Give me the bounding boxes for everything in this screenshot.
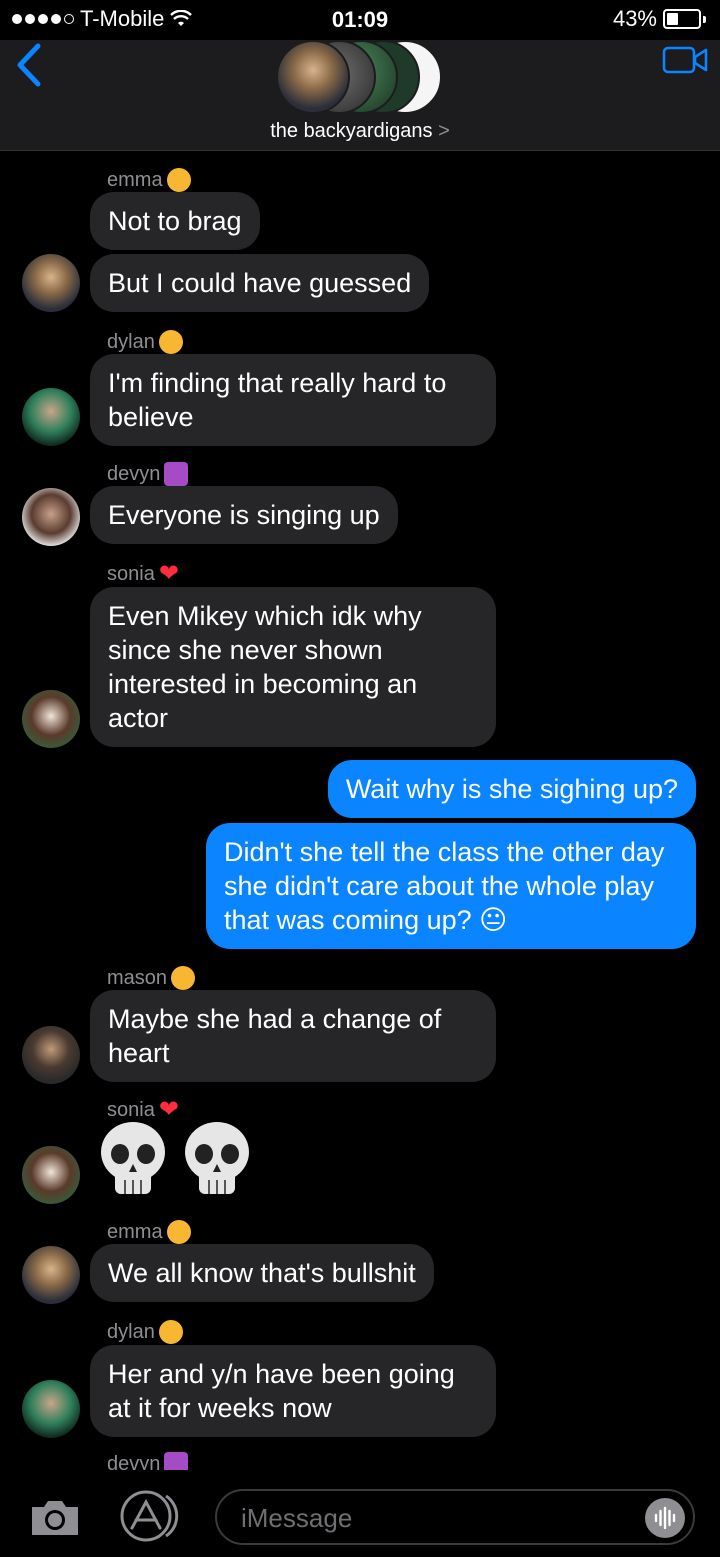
sender-name: devyn	[107, 462, 189, 486]
avatar[interactable]	[22, 1246, 80, 1304]
message-bubble-incoming[interactable]: Everyone is singing up	[90, 486, 398, 544]
avatar[interactable]	[22, 254, 80, 312]
yawning-face-emoji-icon	[158, 1320, 183, 1344]
sender-name: devyn	[107, 1452, 189, 1470]
message-bubble-incoming[interactable]: Her and y/n have been going at it for we…	[90, 1345, 496, 1437]
eye-roll-emoji-icon	[171, 966, 196, 990]
status-bar: T-Mobile 01:09 43%	[0, 0, 720, 40]
battery-indicator: 43%	[613, 6, 706, 32]
message-thread[interactable]: emma Not to brag But I could have guesse…	[0, 150, 720, 1470]
battery-percent: 43%	[612, 6, 657, 31]
battery-icon	[663, 9, 701, 29]
message-bubble-incoming[interactable]: We all know that's bullshit	[90, 1244, 434, 1302]
skull-emoji-icon	[101, 1122, 165, 1194]
message-bubble-incoming[interactable]: But I could have guessed	[90, 254, 430, 312]
message-bubble-outgoing[interactable]: Wait why is she sighing up?	[327, 760, 696, 818]
message-bubble-incoming[interactable]: Even Mikey which idk why since she never…	[90, 587, 496, 747]
message-bubble-incoming[interactable]: Not to brag	[90, 192, 260, 250]
member-avatar	[276, 40, 350, 114]
message-bubble-incoming[interactable]: Maybe she had a change of heart	[90, 990, 496, 1082]
compose-bar	[0, 1475, 720, 1557]
sender-name: mason	[107, 966, 196, 990]
red-heart-emoji-icon: ❤	[158, 1096, 179, 1123]
heart-eyes-emoji-icon	[166, 1220, 191, 1244]
avatar[interactable]	[22, 1380, 80, 1438]
imessage-input[interactable]	[239, 1499, 623, 1537]
chevron-right-icon: >	[438, 120, 450, 142]
skull-emoji-icon	[185, 1122, 249, 1194]
back-chevron-icon[interactable]	[10, 40, 50, 90]
yawning-face-emoji-icon	[158, 330, 183, 354]
sender-name: sonia ❤	[107, 1096, 179, 1123]
avatar[interactable]	[22, 388, 80, 446]
sender-name: emma	[107, 168, 191, 192]
heart-eyes-emoji-icon	[166, 168, 191, 192]
message-bubble-incoming[interactable]: I'm finding that really hard to believe	[90, 354, 496, 446]
group-name[interactable]: the backyardigans >	[0, 120, 720, 143]
emoji-message[interactable]	[97, 1120, 257, 1210]
red-heart-emoji-icon: ❤	[158, 560, 179, 587]
conversation-header: the backyardigans >	[0, 40, 720, 151]
group-avatar-stack[interactable]	[276, 40, 446, 114]
audio-waveform-icon[interactable]	[645, 1498, 685, 1538]
sender-name: dylan	[107, 1320, 183, 1344]
video-camera-icon[interactable]	[662, 44, 708, 76]
sender-name: sonia ❤	[107, 560, 179, 587]
message-input-field[interactable]	[215, 1489, 695, 1545]
aquarius-emoji-icon	[164, 1452, 189, 1470]
app-store-icon[interactable]	[118, 1490, 180, 1542]
message-bubble-outgoing[interactable]: Didn't she tell the class the other day …	[206, 823, 696, 949]
group-name-label: the backyardigans	[270, 120, 433, 142]
sender-name: dylan	[107, 330, 183, 354]
avatar[interactable]	[22, 1026, 80, 1084]
avatar[interactable]	[22, 1146, 80, 1204]
aquarius-emoji-icon	[164, 462, 189, 486]
sender-name: emma	[107, 1220, 191, 1244]
camera-icon[interactable]	[28, 1497, 82, 1537]
avatar[interactable]	[22, 488, 80, 546]
avatar[interactable]	[22, 690, 80, 748]
